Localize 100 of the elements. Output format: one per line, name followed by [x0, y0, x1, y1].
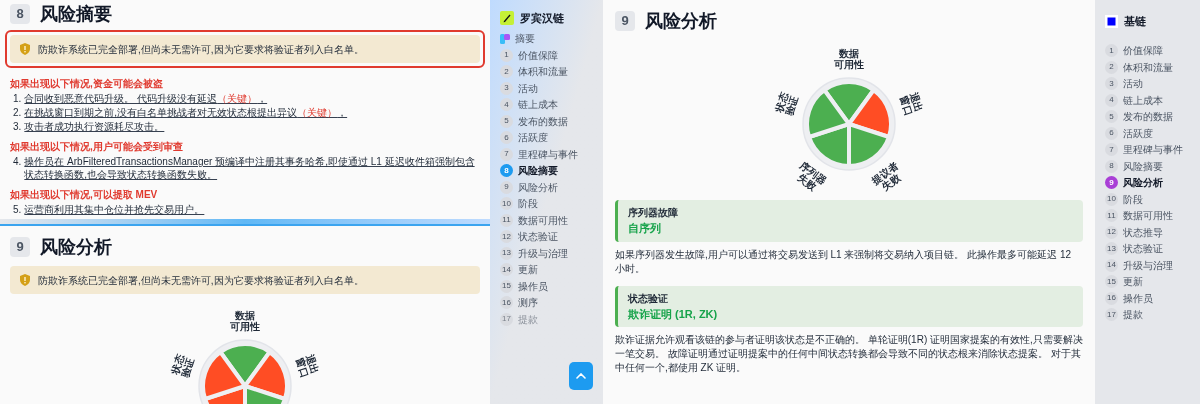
item-number: 5 — [1105, 110, 1118, 124]
sidebar-item[interactable]: 1 价值保障 — [500, 48, 593, 63]
item-number: 9 — [1105, 176, 1118, 190]
section-title: 风险分析 — [40, 236, 112, 258]
sidebar-item[interactable]: 15 更新 — [1105, 274, 1190, 289]
item-number: 6 — [500, 131, 513, 145]
risk-item[interactable]: 合同收到恶意代码升级。 代码升级没有延迟（关键）， — [24, 92, 268, 105]
sidebar-item[interactable]: 1 价值保障 — [1105, 43, 1190, 58]
sidebar-item[interactable]: 3 活动 — [1105, 76, 1190, 91]
scroll-top-button[interactable] — [569, 362, 593, 390]
sidebar-item[interactable]: 13 状态验证 — [1105, 241, 1190, 256]
risk-item[interactable]: 运营商利用其集中仓位并抢先交易用户。 — [24, 203, 205, 216]
sidebar-item[interactable]: 7 里程碑与事件 — [1105, 142, 1190, 157]
pencil-logo-icon — [500, 11, 514, 26]
section-number: 9 — [10, 237, 30, 257]
sidebar-item[interactable]: 11 数据可用性 — [500, 213, 593, 228]
item-number: 15 — [1105, 275, 1118, 289]
description-text: 如果序列器发生故障,用户可以通过将交易发送到 L1 来强制将交易纳入项目链。 此操作最多可能延迟 12 小时。 — [615, 247, 1073, 276]
rosette-label: 退出 窗口 — [897, 90, 925, 117]
item-number: 11 — [1105, 209, 1118, 223]
item-number: 3 — [500, 81, 513, 95]
list-number: 5. — [13, 203, 22, 216]
item-number: 1 — [500, 48, 513, 62]
risk-item[interactable]: 操作员在 ArbFilteredTransactionsManager 预编译中注册其事务哈希,即使通过 L1 延迟收件箱强制包含状态转换函数,也会导致状态转换函数失败。 — [24, 155, 480, 181]
section-title: 风险摘要 — [40, 3, 112, 25]
item-number: 5 — [500, 114, 513, 128]
project-title: 罗宾汉链 — [520, 11, 564, 26]
sidebar-item[interactable]: 2 体积和流量 — [1105, 60, 1190, 75]
sidebar-item[interactable]: 6 活跃度 — [1105, 126, 1190, 141]
risk-heading: 如果出现以下情况,资金可能会被盗 — [10, 77, 164, 91]
item-number: 17 — [500, 312, 513, 326]
overview-icon — [500, 33, 510, 44]
rosette-label: 状态 验证 — [773, 90, 801, 117]
rosette-label: 数据 可用性 — [834, 47, 864, 70]
sidebar-item[interactable]: 15 操作员 — [500, 279, 593, 294]
card-caption: 序列器故障 — [628, 206, 679, 220]
sidebar-item[interactable]: 14 升级与治理 — [1105, 258, 1190, 273]
item-number: 11 — [500, 213, 513, 227]
item-number: 10 — [1105, 192, 1118, 206]
sidebar-item[interactable]: 12 状态推导 — [1105, 225, 1190, 240]
item-number: 14 — [500, 263, 513, 277]
sidebar-item[interactable]: 16 操作员 — [1105, 291, 1190, 306]
sidebar-item[interactable]: 17 提款 — [1105, 307, 1190, 322]
sidebar-item[interactable]: 4 链上成本 — [1105, 93, 1190, 108]
list-number: 3. — [13, 120, 22, 133]
square-logo-icon — [1105, 14, 1118, 28]
shield-icon — [20, 43, 30, 55]
item-number: 1 — [1105, 44, 1118, 58]
sidebar-item[interactable]: 11 数据可用性 — [1105, 208, 1190, 223]
sidebar-item[interactable]: 3 活动 — [500, 81, 593, 96]
section-number: 9 — [615, 11, 635, 31]
item-number: 16 — [1105, 291, 1118, 305]
item-number: 2 — [500, 65, 513, 79]
rosette-label: 数据 可用性 — [230, 309, 260, 332]
description-text: 欺诈证据允许观看该链的参与者证明该状态是不正确的。 单轮证明(1R) 证明国家提案的有效性,只需要解决一笔交易。 故障证明通过证明提案中的任何中间状态转换都会导致不同的状态根来消除状态提案。 对于其中任何一个,都使用 ZK 证明。 — [615, 333, 1083, 375]
risk-heading: 如果出现以下情况,用户可能会受到审查 — [10, 140, 184, 154]
item-number: 2 — [1105, 60, 1118, 74]
card-value: 欺诈证明 (1R, ZK) — [628, 306, 719, 322]
alert-text: 防欺诈系统已完全部署,但尚未无需许可,因为它要求将验证者列入白名单。 — [38, 42, 364, 57]
item-number: 8 — [500, 164, 513, 178]
list-number: 2. — [13, 106, 22, 119]
sidebar-item[interactable]: 9 风险分析 — [1105, 175, 1190, 190]
sidebar-item[interactable]: 14 更新 — [500, 262, 593, 277]
sidebar-item[interactable]: 4 链上成本 — [500, 97, 593, 112]
risk-item[interactable]: 在挑战窗口到期之前,没有白名单挑战者对无效状态根提出异议（关键）， — [24, 106, 348, 119]
sidebar-item[interactable]: 摘要 — [500, 31, 593, 46]
rosette-label: 退出 窗口 — [293, 352, 321, 379]
sidebar-item[interactable]: 10 阶段 — [1105, 192, 1190, 207]
item-number: 6 — [1105, 126, 1118, 140]
sidebar-item[interactable]: 5 发布的数据 — [500, 114, 593, 129]
item-number: 4 — [500, 98, 513, 112]
item-number: 7 — [1105, 143, 1118, 157]
sidebar-item[interactable]: 7 里程碑与事件 — [500, 147, 593, 162]
section-title: 风险分析 — [645, 10, 717, 32]
item-number: 4 — [1105, 93, 1118, 107]
sidebar-item[interactable]: 12 状态验证 — [500, 229, 593, 244]
risk-heading: 如果出现以下情况,可以提取 MEV — [10, 188, 159, 202]
item-number: 3 — [1105, 77, 1118, 91]
sidebar-item[interactable]: 8 风险摘要 — [1105, 159, 1190, 174]
chevron-up-icon — [576, 373, 586, 379]
list-number: 1. — [13, 92, 22, 105]
sidebar-item[interactable]: 9 风险分析 — [500, 180, 593, 195]
sidebar-item[interactable]: 2 体积和流量 — [500, 64, 593, 79]
rosette-label: 状态 验证 — [169, 352, 197, 379]
item-number: 13 — [500, 246, 513, 260]
card-caption: 状态验证 — [628, 291, 669, 306]
sidebar-item[interactable]: 5 发布的数据 — [1105, 109, 1190, 124]
sidebar-item[interactable]: 6 活跃度 — [500, 130, 593, 145]
rosette-label: 序列器 失败 — [795, 160, 829, 192]
list-number: 4. — [13, 155, 22, 169]
risk-item[interactable]: 攻击者成功执行资源耗尽攻击。 — [24, 120, 165, 133]
shield-icon — [20, 274, 30, 286]
sidebar-item[interactable]: 10 阶段 — [500, 196, 593, 211]
card-value: 自序列 — [628, 221, 662, 236]
item-number: 9 — [500, 180, 513, 194]
sidebar-item[interactable]: 8 风险摘要 — [500, 163, 593, 178]
item-number: 12 — [500, 230, 513, 244]
sidebar-item[interactable]: 16 测序 — [500, 295, 593, 310]
sidebar-item[interactable]: 13 升级与治理 — [500, 246, 593, 261]
item-number: 15 — [500, 279, 513, 293]
